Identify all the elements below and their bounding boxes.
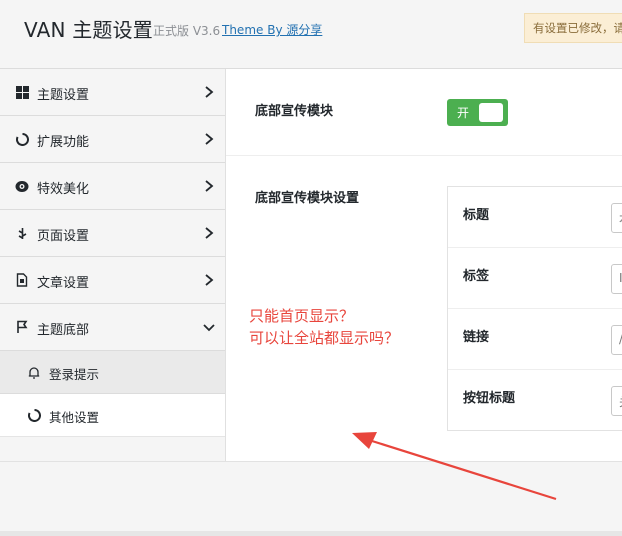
chevron-right-icon <box>205 227 214 239</box>
field-row-title: 标题 本 <box>448 187 622 248</box>
sidebar-item-theme-footer[interactable]: 主题底部 <box>0 304 225 351</box>
sidebar-item-extensions[interactable]: 扩展功能 <box>0 116 225 163</box>
sidebar-item-label: 特效美化 <box>37 182 90 197</box>
chevron-down-icon <box>203 324 215 332</box>
sidebar-item-page-settings[interactable]: 页面设置 <box>0 210 225 257</box>
eye-icon <box>15 179 29 193</box>
promo-module-row: 底部宣传模块 开 <box>226 69 622 156</box>
settings-sidebar: 主题设置 扩展功能 特效美化 页面设置 文章设置 主题底部 登录提示 其他设置 <box>0 69 226 461</box>
document-icon <box>15 273 29 287</box>
page-footer <box>0 461 622 536</box>
page-header: VAN 主题设置 正式版 V3.6 Theme By 源分享 有设置已修改，请 <box>0 0 622 69</box>
version-label: 正式版 V3.6 <box>153 24 221 38</box>
promo-module-label: 底部宣传模块 <box>255 104 334 119</box>
sidebar-item-label: 扩展功能 <box>37 135 90 150</box>
field-row-link: 链接 / <box>448 309 622 370</box>
chevron-right-icon <box>205 86 214 98</box>
title-input[interactable]: 本 <box>611 203 622 233</box>
flag-icon <box>15 320 29 334</box>
sidebar-item-effects[interactable]: 特效美化 <box>0 163 225 210</box>
bell-icon <box>27 365 41 379</box>
footer-divider <box>0 531 622 536</box>
promo-settings-label: 底部宣传模块设置 <box>255 191 360 206</box>
sidebar-subitem-other-settings[interactable]: 其他设置 <box>0 394 225 437</box>
annotation-line-1: 只能首页显示？ <box>249 307 355 325</box>
sidebar-subitem-label: 其他设置 <box>49 410 100 425</box>
tag-input[interactable]: It <box>611 264 622 294</box>
toggle-text: 开 <box>457 106 470 120</box>
field-row-tag: 标签 It <box>448 248 622 309</box>
grid-icon <box>15 85 29 99</box>
promo-module-toggle[interactable]: 开 <box>447 99 508 126</box>
sidebar-item-label: 主题设置 <box>37 88 90 103</box>
chevron-right-icon <box>205 274 214 286</box>
annotation-line-2: 可以让全站都显示吗？ <box>249 329 400 347</box>
sidebar-item-label: 页面设置 <box>37 229 90 244</box>
toggle-knob <box>479 103 503 122</box>
circle-icon <box>27 408 41 422</box>
field-label: 按钮标题 <box>463 391 516 406</box>
page-title: VAN 主题设置 <box>24 18 154 42</box>
sidebar-item-post-settings[interactable]: 文章设置 <box>0 257 225 304</box>
button-title-input[interactable]: 关 <box>611 386 622 416</box>
field-row-button-title: 按钮标题 关 <box>448 370 622 431</box>
sidebar-subitem-label: 登录提示 <box>49 367 100 382</box>
link-input[interactable]: / <box>611 325 622 355</box>
unsaved-changes-notice: 有设置已修改，请 <box>524 13 622 43</box>
circle-icon <box>15 132 29 146</box>
sidebar-item-label: 主题底部 <box>37 323 90 338</box>
chevron-right-icon <box>205 133 214 145</box>
field-label: 标题 <box>463 208 490 223</box>
sidebar-item-theme-settings[interactable]: 主题设置 <box>0 69 225 116</box>
theme-credit-link[interactable]: Theme By 源分享 <box>222 21 322 38</box>
sidebar-subitem-login-prompt[interactable]: 登录提示 <box>0 351 225 394</box>
promo-settings-fieldset: 标题 本 标签 It 链接 / 按钮标题 关 <box>447 186 622 431</box>
sidebar-item-label: 文章设置 <box>37 276 90 291</box>
settings-panel: 底部宣传模块 开 底部宣传模块设置 标题 本 标签 It 链接 / 按钮标题 关 <box>226 69 622 461</box>
leaf-icon <box>15 226 29 240</box>
field-label: 链接 <box>463 330 490 345</box>
chevron-right-icon <box>205 180 214 192</box>
annotation-text: 只能首页显示？ 可以让全站都显示吗？ <box>249 305 399 349</box>
field-label: 标签 <box>463 269 490 284</box>
